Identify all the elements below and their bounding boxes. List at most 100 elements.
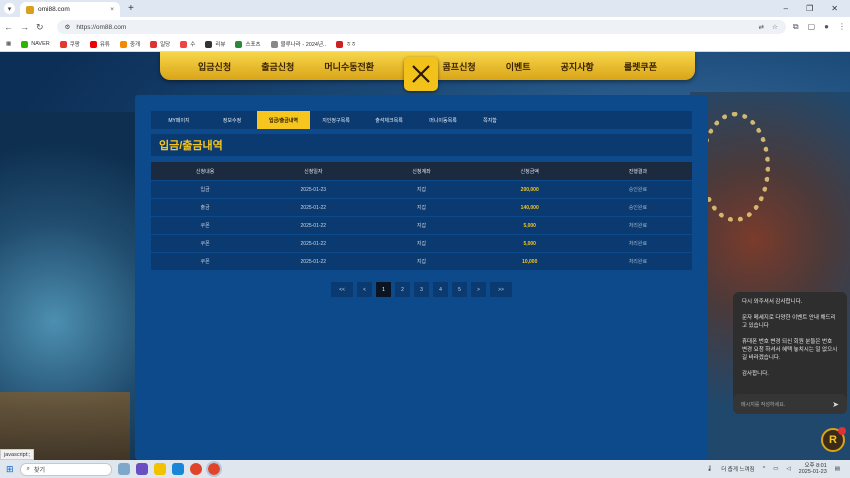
bookmark-item[interactable]: 리뷰 — [205, 40, 225, 48]
address-bar[interactable]: ⚙ https://om88.com ⇄ ☆ — [56, 20, 786, 34]
tray-chevron-icon[interactable]: ^ — [763, 466, 766, 472]
last-page-button[interactable]: >> — [490, 282, 512, 297]
cell-type: 쿠폰 — [200, 259, 210, 265]
nav-comp[interactable]: 콤프신청 — [443, 60, 476, 73]
table-row: 입금 2025-01-23 지갑 200,000 승인완료 — [151, 180, 692, 198]
cell-account: 지갑 — [416, 241, 427, 247]
nav-roulette[interactable]: 룰렛쿠폰 — [624, 60, 657, 73]
bookmark-item[interactable]: 블루나라 - 2024년.. — [270, 40, 326, 48]
network-icon[interactable]: ▭ — [773, 466, 778, 472]
bookmark-star-icon[interactable]: ☆ — [772, 23, 778, 31]
nav-withdraw[interactable]: 출금신청 — [261, 60, 294, 73]
page-2-button[interactable]: 2 — [395, 282, 410, 297]
cell-amount: 5,000 — [523, 222, 536, 229]
chrome-active-icon[interactable] — [205, 461, 222, 477]
close-modal-button[interactable] — [404, 57, 438, 91]
reload-icon[interactable]: ↻ — [36, 22, 44, 33]
bookmark-item[interactable]: 중개 — [120, 40, 140, 48]
bookmark-item[interactable]: 쿠팡 — [59, 40, 80, 48]
first-page-button[interactable]: << — [331, 282, 353, 297]
chat-message: 문자 메세지로 다양한 이벤트 안내 해드리고 있습니다 — [742, 315, 836, 329]
subtab-bar: MY페이지 정보수정 입금/출금내역 지인정구목록 출석체크목록 머니이동목록 … — [151, 111, 692, 129]
nav-money-convert[interactable]: 머니수동전환 — [324, 60, 374, 73]
browser-tab[interactable]: omi88.com × — [20, 2, 120, 17]
back-icon[interactable]: ← — [4, 22, 13, 32]
chat-placeholder: 메시지를 작성하세요. — [741, 401, 786, 408]
table-row: 출금 2025-01-22 지갑 140,000 승인완료 — [151, 198, 692, 216]
bookmark-item[interactable]: 수 — [180, 40, 195, 48]
tab-attendance[interactable]: 출석체크목록 — [362, 111, 416, 129]
chat-input[interactable]: 메시지를 작성하세요. ➤ — [733, 394, 847, 414]
cell-amount: 200,000 — [520, 186, 539, 193]
page-5-button[interactable]: 5 — [452, 282, 467, 297]
sidepanel-icon[interactable]: ▢ — [808, 22, 816, 32]
new-tab-button[interactable]: + — [128, 3, 134, 14]
cell-date: 2025-01-22 — [300, 222, 327, 229]
extensions-icon[interactable]: ⧉ — [793, 22, 799, 32]
page-4-button[interactable]: 4 — [433, 282, 448, 297]
apps-icon[interactable]: ▦ — [6, 41, 11, 47]
tab-list-icon[interactable]: ▾ — [4, 3, 15, 14]
bookmark-item[interactable]: NAVER — [21, 40, 50, 48]
profile-icon[interactable]: ● — [824, 22, 829, 32]
url-text: https://om88.com — [76, 23, 127, 31]
notifications-icon[interactable]: ▤ — [835, 466, 840, 472]
cell-account: 지갑 — [416, 205, 427, 211]
nav-notice[interactable]: 공지사항 — [561, 60, 594, 73]
bookmark-favicon-icon — [336, 40, 344, 48]
bookmark-item[interactable]: ㅎㅎ — [336, 40, 356, 48]
tab-referrals[interactable]: 지인정구목록 — [310, 111, 362, 129]
page-1-button[interactable]: 1 — [376, 282, 391, 297]
volume-icon[interactable]: ◁ — [786, 466, 790, 472]
tab-money-transfer[interactable]: 머니이동목록 — [416, 111, 470, 129]
nav-deposit[interactable]: 입금신청 — [198, 60, 231, 73]
page-3-button[interactable]: 3 — [414, 282, 429, 297]
translate-icon[interactable]: ⇄ — [759, 23, 764, 31]
cell-account: 지갑 — [416, 187, 427, 193]
tab-transactions[interactable]: 입금/출금내역 — [257, 111, 310, 129]
send-icon[interactable]: ➤ — [832, 400, 839, 409]
cell-type: 출금 — [200, 205, 210, 211]
tab-edit-info[interactable]: 정보수정 — [207, 111, 257, 129]
bookmark-favicon-icon — [180, 40, 188, 48]
bookmark-item[interactable]: 유튜 — [89, 40, 110, 48]
next-page-button[interactable]: > — [471, 282, 486, 297]
widgets-icon[interactable] — [117, 463, 130, 475]
status-bar-url: javascript:; — [0, 449, 35, 460]
cell-amount: 5,000 — [523, 240, 536, 247]
cell-date: 2025-01-22 — [300, 240, 327, 247]
bookmark-item[interactable]: 스포츠 — [235, 40, 261, 48]
close-window-icon[interactable]: ✕ — [831, 4, 838, 13]
maximize-icon[interactable]: ❐ — [806, 4, 813, 13]
app-icon[interactable] — [135, 463, 148, 475]
address-row: ← → ↻ ⚙ https://om88.com ⇄ ☆ ⧉ ▢ ● ⋮ — [0, 17, 850, 37]
tab-mypage[interactable]: MY페이지 — [151, 111, 207, 129]
tab-bar: ▾ omi88.com × + – ❐ ✕ — [0, 0, 850, 17]
forward-icon[interactable]: → — [20, 22, 29, 32]
tab-close-icon[interactable]: × — [110, 6, 114, 13]
cell-status: 처리완료 — [628, 259, 648, 265]
tab-messages[interactable]: 쪽지함 — [470, 111, 510, 129]
menu-icon[interactable]: ⋮ — [838, 22, 846, 32]
windows-start-icon[interactable]: ⊞ — [6, 464, 14, 475]
prev-page-button[interactable]: < — [357, 282, 372, 297]
site-info-icon[interactable]: ⚙ — [65, 23, 71, 31]
clock[interactable]: 오후 8:01 2025-01-23 — [799, 463, 827, 475]
bookmark-favicon-icon — [270, 40, 278, 48]
col-date: 신청일자 — [304, 168, 323, 175]
bookmark-favicon-icon — [205, 40, 213, 48]
roulette-wheel-decoration — [700, 112, 770, 222]
taskbar-search[interactable]: ⌕ 찾기 — [19, 462, 112, 476]
table-header: 신청내용 신청일자 신청계좌 신청금액 진행결과 — [151, 162, 692, 180]
edge-icon[interactable] — [171, 463, 184, 475]
cell-amount: 140,000 — [520, 204, 539, 211]
col-amount: 신청금액 — [520, 168, 539, 175]
nav-event[interactable]: 이벤트 — [506, 60, 531, 73]
chrome-icon[interactable] — [189, 463, 202, 475]
file-explorer-icon[interactable] — [153, 463, 166, 475]
cell-status: 승인완료 — [628, 187, 648, 193]
chat-launcher-button[interactable]: R — [821, 427, 846, 452]
minimize-icon[interactable]: – — [784, 4, 788, 13]
page-title: 입금/출금내역 — [151, 134, 692, 156]
bookmark-item[interactable]: 일당 — [150, 40, 170, 48]
